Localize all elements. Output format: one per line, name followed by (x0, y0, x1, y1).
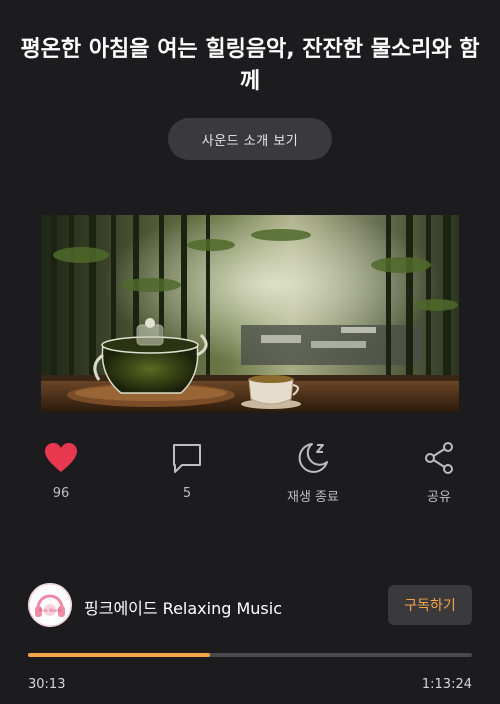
playback-progress-bar[interactable] (28, 653, 472, 657)
channel-avatar[interactable]: Pink Made (28, 583, 72, 627)
avatar-logo-text: Pink Made (38, 608, 61, 614)
playback-progress-fill (28, 653, 211, 657)
total-duration: 1:13:24 (421, 677, 472, 692)
teapot-bamboo-artwork (41, 215, 459, 412)
sound-intro-button[interactable]: 사운드 소개 보기 (168, 118, 332, 160)
like-count: 96 (52, 486, 70, 501)
share-label: 공유 (427, 490, 451, 505)
comments-button[interactable]: 5 (137, 440, 237, 501)
heart-icon (11, 440, 111, 476)
video-title: 평온한 아침을 여는 힐링음악, 잔잔한 물소리와 함께 (20, 37, 480, 94)
video-artwork[interactable] (41, 215, 459, 412)
like-button[interactable]: 96 (11, 440, 111, 501)
share-button[interactable]: 공유 (389, 440, 489, 505)
moon-sleep-icon (263, 440, 363, 476)
share-icon (389, 440, 489, 476)
sleep-timer-label: 재생 종료 (287, 490, 339, 505)
elapsed-time: 30:13 (28, 677, 66, 692)
channel-row: Pink Made 핑크에이드 Relaxing Music 구독하기 (28, 582, 472, 628)
sleep-timer-button[interactable]: 재생 종료 (263, 440, 363, 505)
action-bar: 96 5 재생 종료 공유 (0, 440, 500, 510)
subscribe-button[interactable]: 구독하기 (388, 585, 472, 625)
channel-name[interactable]: 핑크에이드 Relaxing Music (84, 595, 282, 619)
headphones-avatar-icon: Pink Made (28, 583, 72, 627)
comment-count: 5 (182, 486, 192, 501)
comment-icon (137, 440, 237, 476)
